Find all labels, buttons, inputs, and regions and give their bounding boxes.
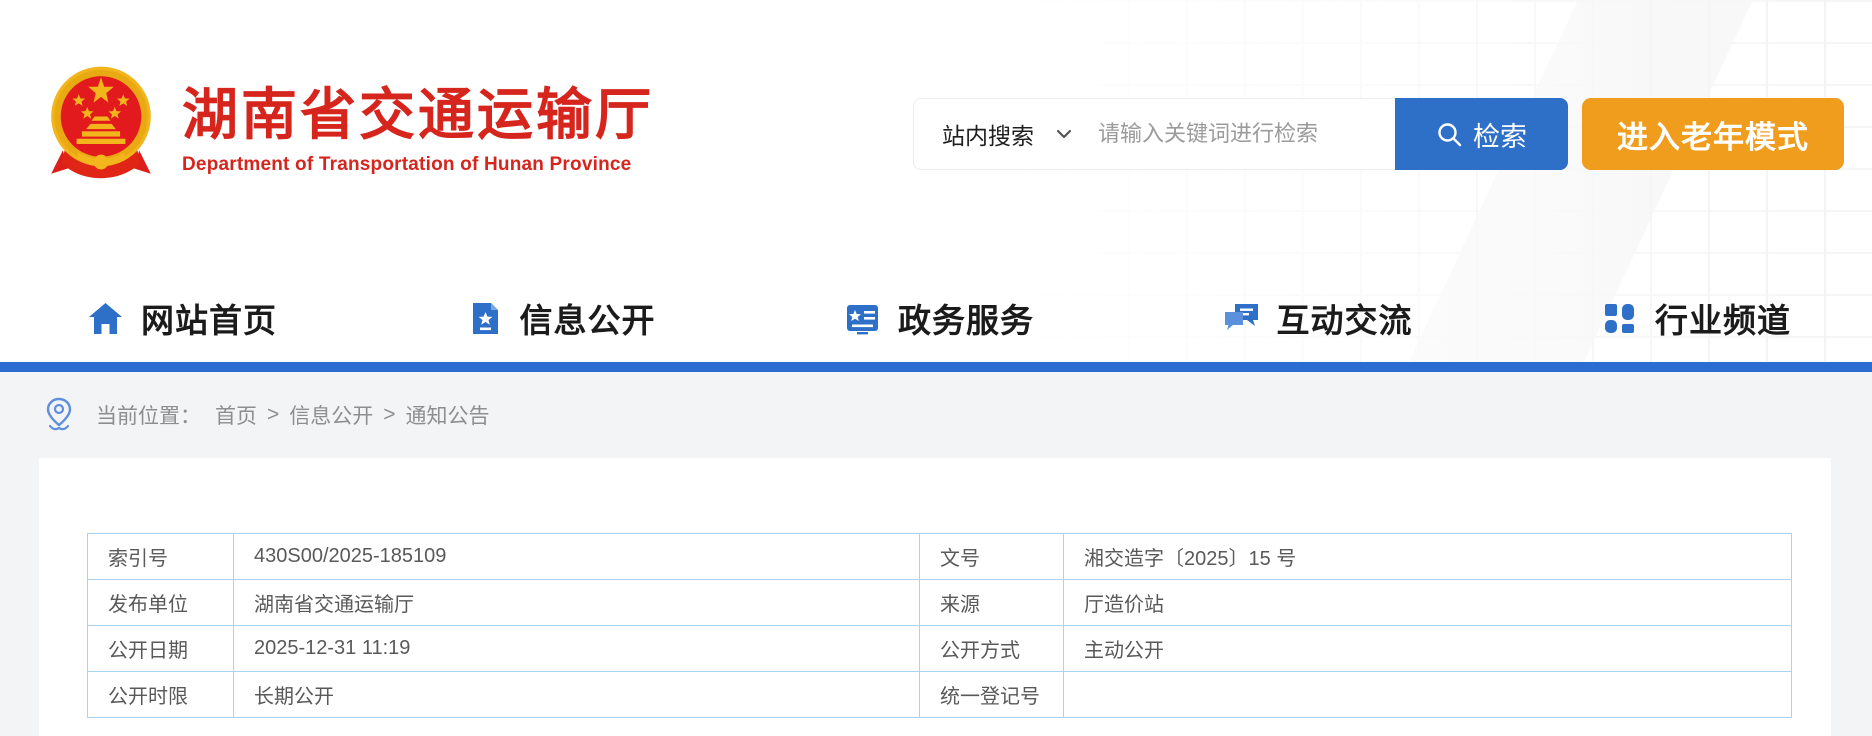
table-row: 索引号 430S00/2025-185109 文号 湘交造字〔2025〕15 号 — [88, 534, 1792, 580]
search-bar: 站内搜索 检索 进入老年模式 — [913, 98, 1844, 170]
field-value: 湘交造字〔2025〕15 号 — [1064, 534, 1792, 580]
field-label: 发布单位 — [88, 580, 234, 626]
field-value: 厅造价站 — [1064, 580, 1792, 626]
field-label: 文号 — [920, 534, 1064, 580]
main-nav: 网站首页 信息公开 政务服务 — [87, 282, 1791, 354]
nav-label: 网站首页 — [141, 294, 277, 342]
search-scope-dropdown[interactable]: 站内搜索 — [914, 117, 1072, 151]
nav-item-info-disclosure[interactable]: 信息公开 — [466, 294, 656, 342]
site-logo[interactable]: 湖南省交通运输厅 Department of Transportation of… — [48, 62, 654, 190]
field-label: 公开日期 — [88, 626, 234, 672]
nav-item-home[interactable]: 网站首页 — [87, 294, 277, 342]
nav-label: 互动交流 — [1277, 294, 1413, 342]
search-icon — [1436, 121, 1463, 148]
field-label: 公开方式 — [920, 626, 1064, 672]
breadcrumb: 当前位置： 首页 > 信息公开 > 通知公告 — [0, 372, 1872, 458]
search-input[interactable] — [1098, 121, 1395, 147]
document-meta-table: 索引号 430S00/2025-185109 文号 湘交造字〔2025〕15 号… — [87, 533, 1792, 718]
chat-icon — [1223, 300, 1260, 337]
field-label: 来源 — [920, 580, 1064, 626]
field-label: 公开时限 — [88, 672, 234, 718]
breadcrumb-link-info[interactable]: 信息公开 — [289, 400, 373, 430]
table-row: 公开时限 长期公开 统一登记号 — [88, 672, 1792, 718]
search-box: 站内搜索 — [913, 98, 1395, 170]
site-title: 湖南省交通运输厅 — [182, 86, 654, 145]
location-pin-icon — [42, 397, 76, 433]
site-subtitle: Department of Transportation of Hunan Pr… — [182, 154, 654, 176]
chevron-down-icon — [1056, 129, 1072, 139]
field-value: 430S00/2025-185109 — [234, 534, 920, 580]
field-value: 长期公开 — [234, 672, 920, 718]
nav-label: 政务服务 — [898, 294, 1034, 342]
search-button[interactable]: 检索 — [1395, 98, 1568, 170]
info-doc-icon — [466, 300, 503, 337]
nav-item-industry-channels[interactable]: 行业频道 — [1601, 294, 1791, 342]
services-icon — [844, 300, 881, 337]
site-header: 湖南省交通运输厅 Department of Transportation of… — [0, 0, 1872, 362]
breadcrumb-link-notices[interactable]: 通知公告 — [406, 400, 490, 430]
nav-label: 行业频道 — [1655, 294, 1791, 342]
elder-mode-label: 进入老年模式 — [1617, 112, 1809, 157]
breadcrumb-separator: > — [267, 403, 279, 427]
field-label: 索引号 — [88, 534, 234, 580]
field-label: 统一登记号 — [920, 672, 1064, 718]
content-card: 索引号 430S00/2025-185109 文号 湘交造字〔2025〕15 号… — [39, 458, 1831, 736]
breadcrumb-link-home[interactable]: 首页 — [215, 400, 257, 430]
breadcrumb-separator: > — [383, 403, 395, 427]
nav-label: 信息公开 — [520, 294, 656, 342]
nav-item-gov-services[interactable]: 政务服务 — [844, 294, 1034, 342]
search-scope-label: 站内搜索 — [942, 117, 1034, 151]
field-value: 主动公开 — [1064, 626, 1792, 672]
field-value: 2025-12-31 11:19 — [234, 626, 920, 672]
grid-icon — [1601, 300, 1638, 337]
national-emblem-icon — [48, 62, 154, 190]
nav-item-interaction[interactable]: 互动交流 — [1223, 294, 1413, 342]
table-row: 发布单位 湖南省交通运输厅 来源 厅造价站 — [88, 580, 1792, 626]
elder-mode-button[interactable]: 进入老年模式 — [1582, 98, 1844, 170]
search-button-label: 检索 — [1473, 115, 1527, 154]
breadcrumb-prefix: 当前位置： — [96, 400, 201, 430]
field-value: 湖南省交通运输厅 — [234, 580, 920, 626]
header-divider-bar — [0, 362, 1872, 372]
field-value — [1064, 672, 1792, 718]
home-icon — [87, 300, 124, 337]
table-row: 公开日期 2025-12-31 11:19 公开方式 主动公开 — [88, 626, 1792, 672]
